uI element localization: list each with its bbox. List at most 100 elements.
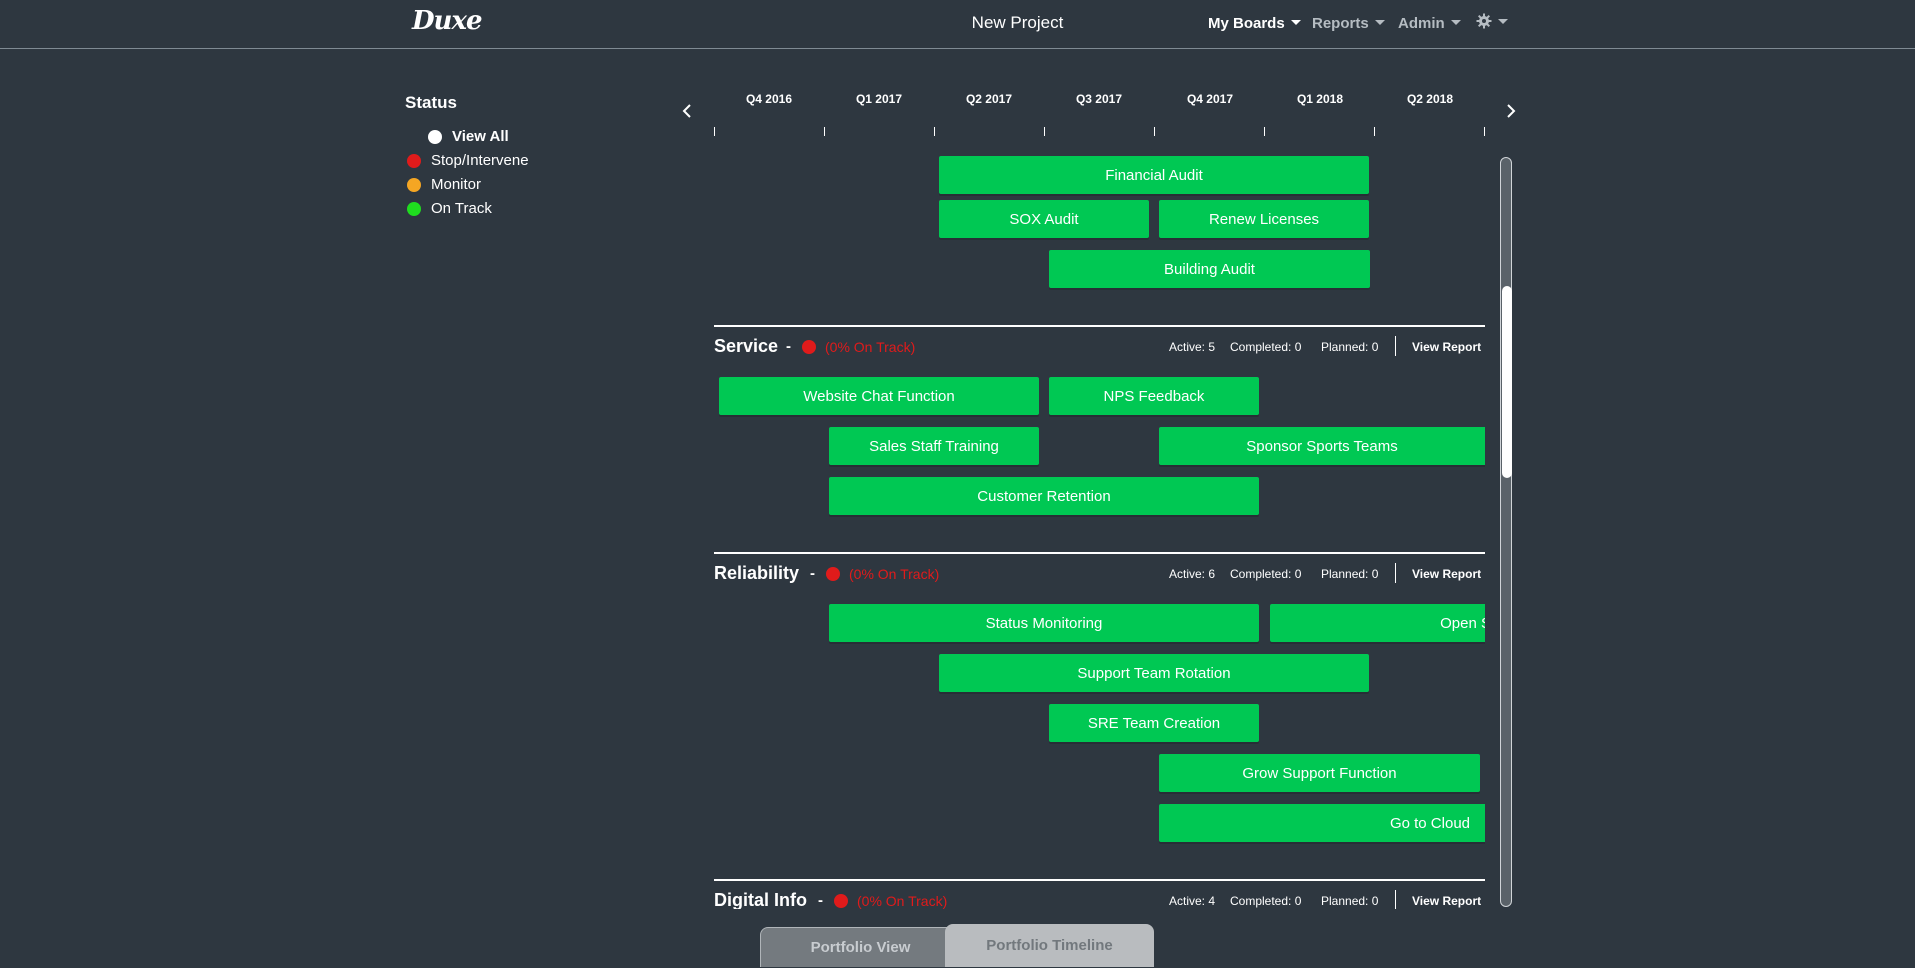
quarter-label: Q3 2017: [1075, 92, 1123, 106]
red-dot-icon: [407, 153, 421, 168]
orange-dot-icon: [407, 177, 421, 192]
my-boards-label: My Boards: [1208, 15, 1285, 32]
quarter-label: Q4 2017: [1186, 92, 1234, 106]
view-report-link[interactable]: View Report: [1412, 340, 1481, 354]
reports-menu[interactable]: Reports: [1312, 15, 1385, 32]
initiative-bar[interactable]: SOX Audit: [939, 200, 1149, 238]
quarter-label: Q2 2018: [1406, 92, 1454, 106]
quarter-label: Q1 2018: [1296, 92, 1344, 106]
tab-portfolio-timeline[interactable]: Portfolio Timeline: [945, 924, 1154, 967]
app-logo[interactable]: Duxe: [412, 6, 482, 36]
group-title-digital-info: Digital Info: [714, 890, 807, 909]
group-active-count: Active: 6: [1169, 567, 1216, 581]
group-divider: [714, 879, 1485, 881]
timeline-panel[interactable]: Financial Audit SOX Audit Renew Licenses…: [714, 154, 1485, 909]
axis-tick: [934, 127, 935, 136]
initiative-bar[interactable]: Renew Licenses: [1159, 200, 1369, 238]
admin-label: Admin: [1398, 15, 1445, 32]
tab-portfolio-view[interactable]: Portfolio View: [760, 927, 961, 967]
status-dot-icon: [826, 567, 840, 581]
initiative-bar[interactable]: Financial Audit: [939, 156, 1369, 194]
green-dot-icon: [407, 201, 421, 216]
group-planned-count: Planned: 0: [1321, 340, 1379, 354]
status-label: View All: [452, 128, 509, 145]
status-stop-intervene[interactable]: Stop/Intervene: [407, 152, 529, 169]
stat-divider: [1395, 563, 1396, 583]
initiative-bar[interactable]: Building Audit: [1049, 250, 1370, 288]
group-title-service: Service: [714, 336, 779, 356]
axis-tick: [1484, 127, 1485, 136]
white-dot-icon: [428, 129, 442, 144]
axis-tick: [1154, 127, 1155, 136]
group-planned-count: Planned: 0: [1321, 894, 1379, 908]
caret-down-icon: [1290, 20, 1301, 25]
project-title: New Project: [971, 13, 1064, 32]
initiative-bar[interactable]: Grow Support Function: [1159, 754, 1480, 792]
group-separator: -: [786, 338, 791, 355]
reports-label: Reports: [1312, 15, 1369, 32]
timeline-prev-button[interactable]: [681, 100, 693, 125]
timeline-next-button[interactable]: [1505, 100, 1517, 125]
my-boards-menu[interactable]: My Boards: [1208, 15, 1301, 32]
group-divider: [714, 325, 1485, 327]
group-divider: [714, 552, 1485, 554]
initiative-bar[interactable]: Sales Staff Training: [829, 427, 1039, 465]
status-label: On Track: [431, 200, 492, 217]
initiative-bar[interactable]: Open S: [1270, 604, 1485, 642]
group-on-track-pct: (0% On Track): [825, 339, 916, 355]
initiative-bar[interactable]: Sponsor Sports Teams: [1159, 427, 1485, 465]
group-active-count: Active: 5: [1169, 340, 1216, 354]
group-title-reliability: Reliability: [714, 563, 800, 583]
stat-divider: [1395, 336, 1396, 356]
initiative-bar[interactable]: Support Team Rotation: [939, 654, 1369, 692]
status-heading: Status: [405, 93, 457, 112]
initiative-bar[interactable]: Go to Cloud: [1159, 804, 1485, 842]
group-completed-count: Completed: 0: [1230, 340, 1302, 354]
status-on-track[interactable]: On Track: [407, 200, 492, 217]
caret-down-icon: [1450, 20, 1461, 25]
group-separator: -: [818, 892, 823, 909]
group-on-track-pct: (0% On Track): [857, 893, 948, 909]
group-completed-count: Completed: 0: [1230, 567, 1302, 581]
timeline-axis: [714, 127, 1485, 137]
view-report-link[interactable]: View Report: [1412, 894, 1481, 908]
initiative-bar[interactable]: SRE Team Creation: [1049, 704, 1259, 742]
status-label: Monitor: [431, 176, 482, 193]
axis-tick: [824, 127, 825, 136]
axis-tick: [1374, 127, 1375, 136]
stat-divider: [1395, 890, 1396, 909]
status-view-all[interactable]: View All: [428, 128, 509, 145]
admin-menu[interactable]: Admin: [1398, 15, 1461, 32]
group-on-track-pct: (0% On Track): [849, 566, 940, 582]
timeline-scrollbar[interactable]: [1500, 157, 1512, 907]
axis-tick: [714, 127, 715, 136]
chevron-right-icon: [1507, 104, 1516, 118]
status-label: Stop/Intervene: [431, 152, 529, 169]
top-navbar: Duxe New Project My Boards Reports Admin: [0, 0, 1915, 49]
initiative-bar[interactable]: Customer Retention: [829, 477, 1259, 515]
chevron-left-icon: [682, 104, 691, 118]
caret-down-icon: [1374, 20, 1385, 25]
quarter-label: Q4 2016: [745, 92, 793, 106]
initiative-bar[interactable]: Status Monitoring: [829, 604, 1259, 642]
axis-tick: [1264, 127, 1265, 136]
group-separator: -: [810, 565, 815, 582]
initiative-bar-label: Open S: [1440, 614, 1485, 632]
quarter-label: Q2 2017: [965, 92, 1013, 106]
group-active-count: Active: 4: [1169, 894, 1216, 908]
quarter-label: Q1 2017: [855, 92, 903, 106]
group-completed-count: Completed: 0: [1230, 894, 1302, 908]
initiative-bar[interactable]: NPS Feedback: [1049, 377, 1259, 415]
group-planned-count: Planned: 0: [1321, 567, 1379, 581]
view-report-link[interactable]: View Report: [1412, 567, 1481, 581]
gear-icon: [1476, 13, 1492, 29]
caret-down-icon: [1498, 19, 1508, 24]
initiative-bar-label: Go to Cloud: [1389, 814, 1470, 832]
status-dot-icon: [802, 340, 816, 354]
settings-menu[interactable]: [1476, 13, 1508, 31]
status-dot-icon: [834, 894, 848, 908]
status-monitor[interactable]: Monitor: [407, 176, 481, 193]
scrollbar-thumb[interactable]: [1502, 286, 1512, 478]
initiative-bar[interactable]: Website Chat Function: [719, 377, 1039, 415]
axis-tick: [1044, 127, 1045, 136]
